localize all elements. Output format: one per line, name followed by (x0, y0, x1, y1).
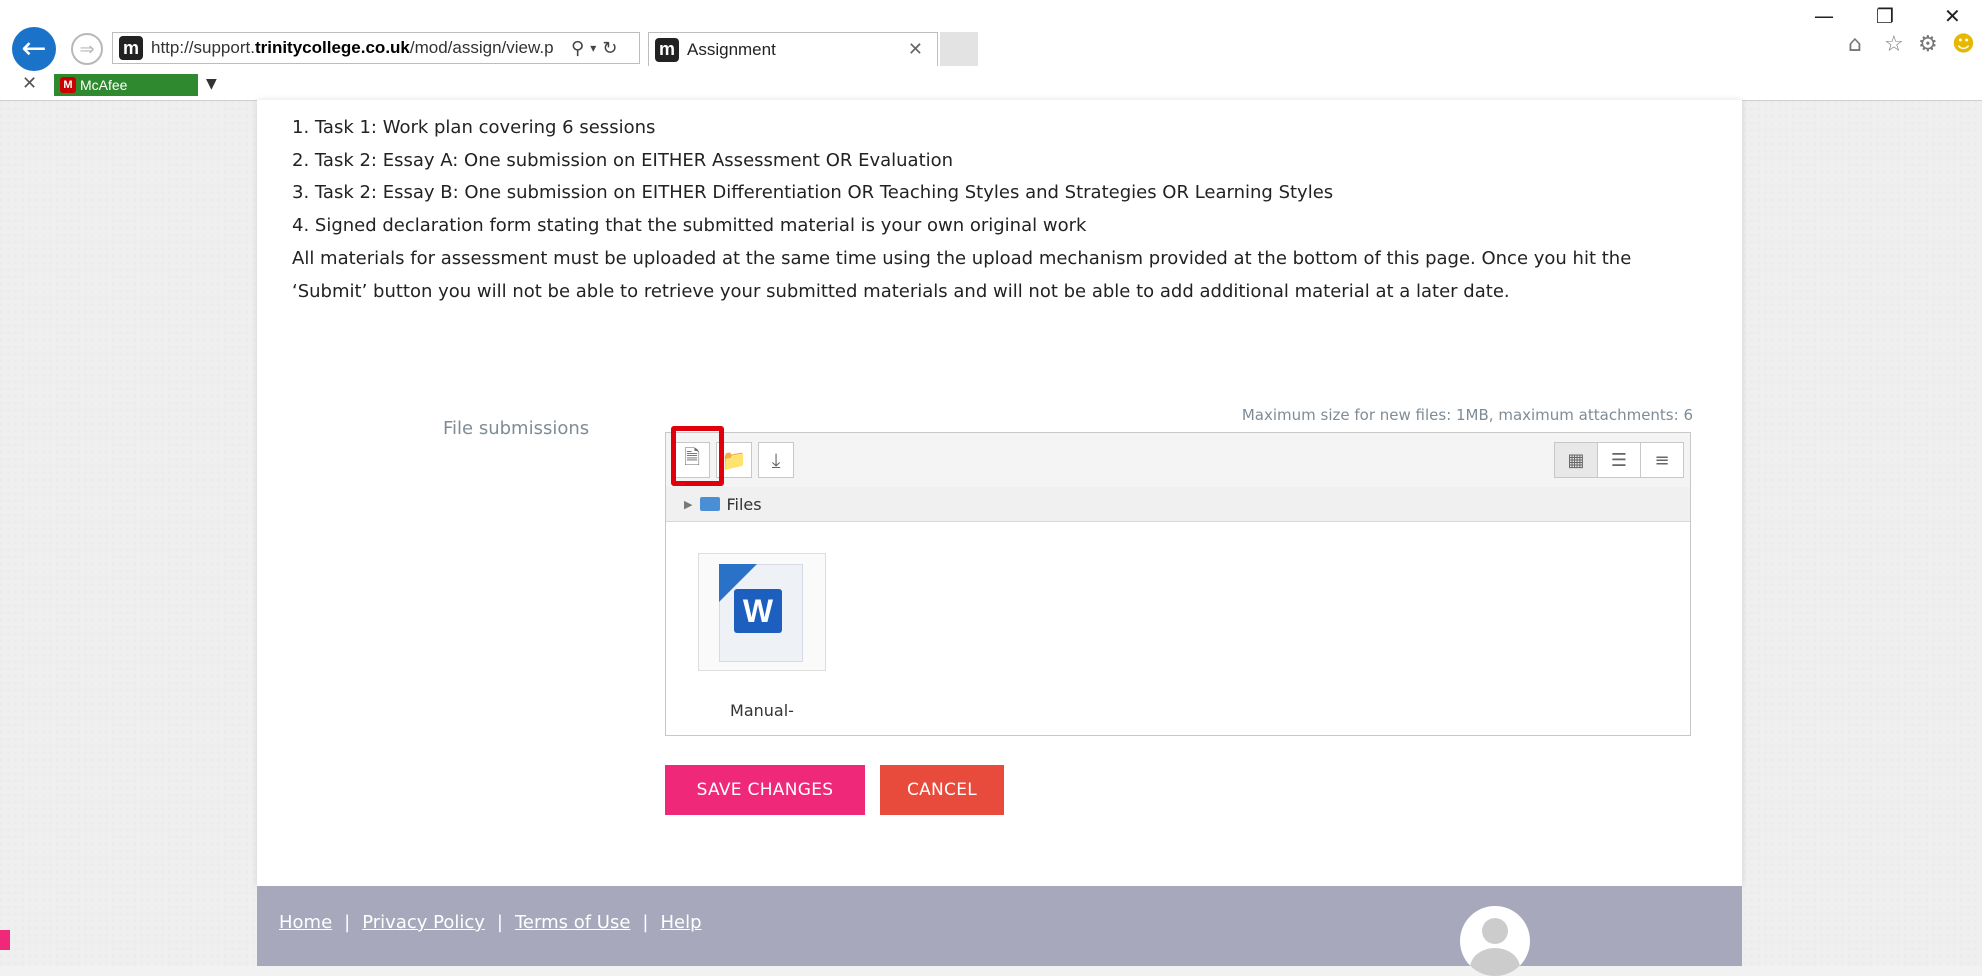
close-tab-icon[interactable]: ✕ (908, 39, 923, 60)
footer-links: Home | Privacy Policy | Terms of Use | Help (279, 912, 702, 933)
save-changes-button[interactable]: SAVE CHANGES (665, 765, 865, 815)
close-window-icon[interactable]: ✕ (1944, 4, 1961, 28)
back-arrow-icon[interactable]: ← (12, 27, 56, 71)
footer-link-privacy[interactable]: Privacy Policy (362, 912, 485, 933)
address-bar[interactable]: m http://support.trinitycollege.co.uk/mo… (112, 32, 640, 64)
edge-marker (0, 930, 10, 950)
grid-view-icon[interactable]: ▦ (1555, 443, 1598, 477)
footer-link-terms[interactable]: Terms of Use (515, 912, 630, 933)
forward-arrow-icon[interactable]: ⇒ (71, 33, 103, 65)
new-tab-button[interactable] (940, 32, 978, 66)
footer-link-help[interactable]: Help (661, 912, 702, 933)
mcafee-shield-icon: M (60, 77, 76, 93)
breadcrumb-files-label: Files (726, 494, 762, 514)
download-icon[interactable]: ⤓ (758, 442, 794, 478)
view-toggle-group: ▦ ☰ ≡ (1554, 442, 1684, 478)
url-text[interactable]: http://support.trinitycollege.co.uk/mod/… (151, 38, 565, 58)
minimize-icon[interactable]: — (1814, 4, 1834, 28)
instructions-paragraph: All materials for assessment must be upl… (292, 248, 1632, 302)
list-view-icon[interactable]: ☰ (1598, 443, 1641, 477)
tab-assignment[interactable]: m Assignment ✕ (648, 32, 938, 66)
file-manager-toolbar: 🗎 📁 ⤓ ▦ ☰ ≡ (666, 433, 1690, 488)
close-toolbar-icon[interactable]: ✕ (22, 73, 37, 94)
expand-triangle-icon[interactable]: ▶ (684, 498, 692, 511)
separator: | (496, 912, 503, 933)
file-manager: 🗎 📁 ⤓ ▦ ☰ ≡ ▶ Files W Manual- (665, 432, 1691, 736)
mcafee-addon[interactable]: M McAfee (54, 74, 198, 96)
dropdown-arrow-icon[interactable]: ▾ (590, 41, 596, 55)
smiley-icon[interactable]: ☻ (1952, 32, 1975, 57)
requirements-list: 1. Task 1: Work plan covering 6 sessions… (292, 112, 1333, 242)
site-favicon-icon: m (119, 36, 143, 60)
word-document-icon: W (719, 564, 803, 662)
star-icon[interactable]: ☆ (1884, 32, 1904, 57)
tab-favicon-icon: m (655, 37, 679, 62)
mcafee-label: McAfee (80, 77, 128, 93)
footer: Home | Privacy Policy | Terms of Use | Help (257, 886, 1742, 976)
breadcrumb[interactable]: ▶ Files (666, 487, 1690, 522)
cancel-button[interactable]: CANCEL (880, 765, 1004, 815)
folder-icon (700, 497, 721, 511)
list-item: 2. Task 2: Essay A: One submission on EI… (292, 149, 954, 171)
search-icon[interactable]: ⚲ (571, 38, 584, 59)
footer-link-home[interactable]: Home (279, 912, 332, 933)
tab-title: Assignment (687, 39, 776, 59)
tree-view-icon[interactable]: ≡ (1641, 443, 1683, 477)
separator: | (344, 912, 351, 933)
restore-icon[interactable]: ❐ (1876, 4, 1894, 28)
home-icon[interactable]: ⌂ (1848, 32, 1862, 57)
list-item: 4. Signed declaration form stating that … (292, 214, 1087, 236)
separator: | (642, 912, 649, 933)
highlight-box (671, 426, 724, 486)
gear-icon[interactable]: ⚙ (1918, 32, 1938, 57)
chevron-down-icon[interactable]: ▼ (206, 76, 217, 92)
file-item[interactable]: W (698, 553, 826, 671)
list-item: 1. Task 1: Work plan covering 6 sessions (292, 117, 656, 138)
file-name[interactable]: Manual- (698, 701, 826, 720)
refresh-icon[interactable]: ↻ (602, 38, 617, 59)
file-submissions-label: File submissions (443, 418, 590, 439)
max-size-info: Maximum size for new files: 1MB, maximum… (1241, 406, 1693, 424)
list-item: 3. Task 2: Essay B: One submission on EI… (292, 182, 1334, 203)
